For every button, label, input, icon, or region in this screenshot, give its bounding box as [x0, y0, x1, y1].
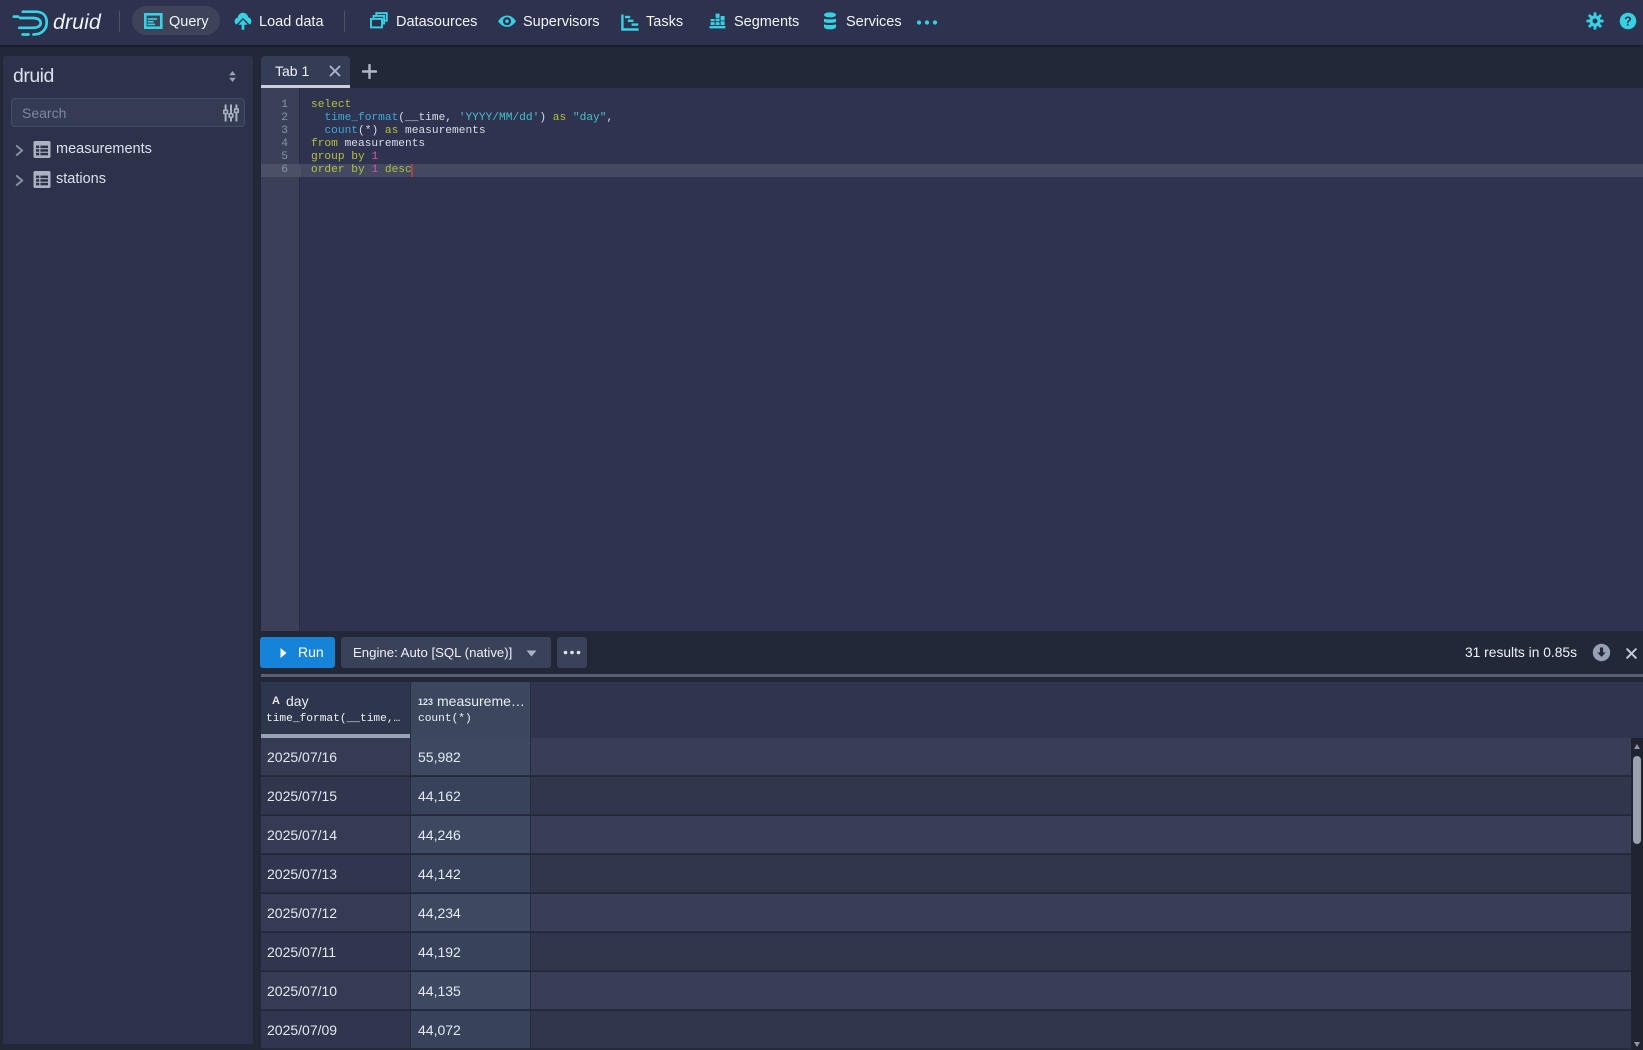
svg-text:?: ? [1624, 14, 1632, 28]
